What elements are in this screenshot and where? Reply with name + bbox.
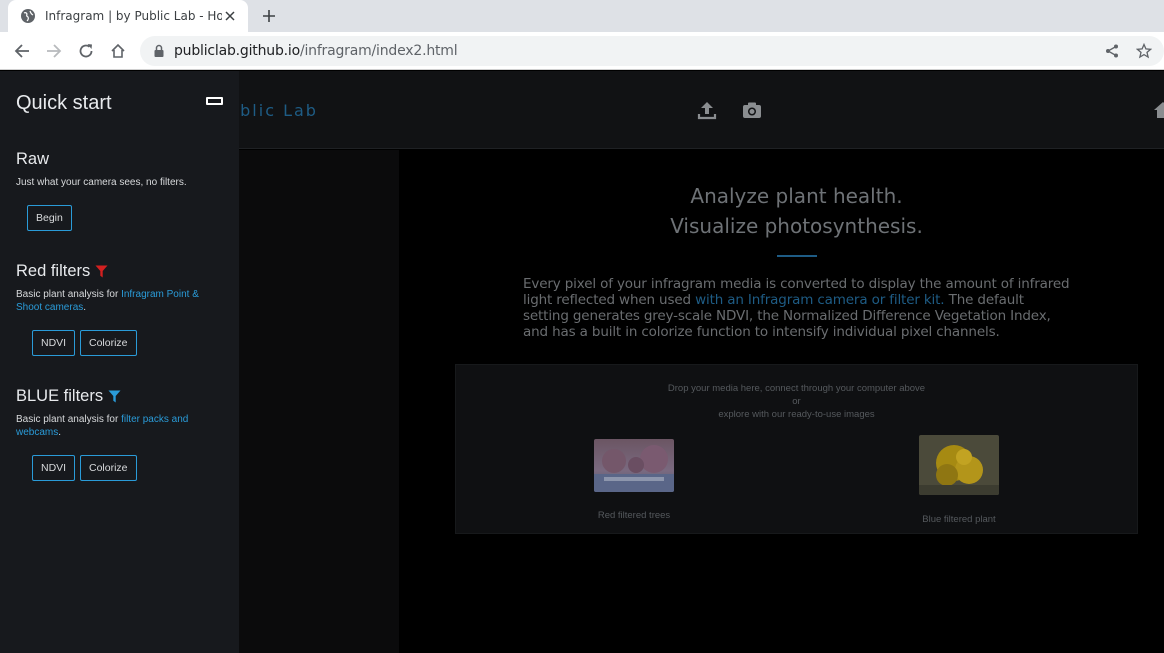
description-paragraph: Every pixel of your infragram media is c… — [523, 276, 1073, 340]
home-icon[interactable] — [1152, 99, 1164, 121]
forward-button[interactable] — [43, 40, 65, 62]
quick-start-title: Quick start — [16, 92, 112, 114]
quick-start-sidebar: Quick start Raw Just what your camera se… — [0, 71, 239, 653]
browser-tab-strip: Infragram | by Public Lab - Home — [0, 0, 1164, 32]
red-trees-thumbnail[interactable] — [594, 439, 674, 492]
red-filter-icon — [95, 265, 108, 278]
raw-description: Just what your camera sees, no filters. — [16, 177, 187, 188]
back-arrow-icon — [14, 44, 29, 58]
forward-arrow-icon — [47, 44, 62, 58]
blue-filters-description: Basic plant analysis for filter packs an… — [16, 413, 216, 439]
hero-line-2: Visualize photosynthesis. — [670, 214, 923, 238]
home-button[interactable] — [107, 40, 129, 62]
tab-title: Infragram | by Public Lab - Home — [45, 9, 222, 23]
raw-title-text: Raw — [16, 150, 50, 168]
browser-toolbar: publiclab.github.io/infragram/index2.htm… — [0, 32, 1164, 70]
sample-label-blue: Blue filtered plant — [922, 514, 996, 525]
left-column-shade — [239, 150, 399, 653]
begin-button[interactable]: Begin — [27, 205, 72, 231]
bookmark-button[interactable] — [1134, 41, 1154, 61]
hero-heading: Analyze plant health. Visualize photosyn… — [455, 181, 1138, 257]
blue-ndvi-button[interactable]: NDVI — [32, 455, 76, 481]
blue-plant-thumbnail[interactable] — [919, 435, 999, 495]
browser-tab[interactable]: Infragram | by Public Lab - Home — [8, 0, 248, 32]
new-tab-button[interactable] — [259, 6, 279, 26]
dropzone-line-2: or — [792, 396, 801, 407]
sample-label-red: Red filtered trees — [597, 510, 671, 521]
hero-divider — [776, 255, 817, 257]
blue-desc-suffix: . — [58, 427, 62, 438]
red-filters-section-title: Red filters — [16, 262, 108, 281]
plus-icon — [263, 10, 275, 22]
blue-colorize-button[interactable]: Colorize — [80, 455, 137, 481]
globe-icon — [21, 9, 35, 23]
upload-icon[interactable] — [696, 99, 718, 121]
sample-blue-filtered-plant[interactable]: Blue filtered plant — [919, 435, 999, 525]
minimize-sidebar-button[interactable] — [206, 97, 223, 105]
brand-logo-text[interactable]: ublic Lab — [228, 101, 318, 120]
close-tab-icon[interactable] — [222, 8, 238, 24]
red-filters-description: Basic plant analysis for Infragram Point… — [16, 288, 216, 314]
reload-icon — [79, 44, 93, 58]
share-icon — [1106, 44, 1118, 58]
blue-desc-prefix: Basic plant analysis for — [16, 414, 122, 425]
camera-icon[interactable] — [741, 99, 763, 121]
dropzone-line-3: explore with our ready-to-use images — [718, 409, 875, 420]
url-host: publiclab.github.io — [174, 43, 300, 59]
dropzone-line-1: Drop your media here, connect through yo… — [667, 383, 926, 394]
share-button[interactable] — [1102, 41, 1122, 61]
media-dropzone[interactable]: Drop your media here, connect through yo… — [455, 364, 1138, 534]
star-icon — [1136, 43, 1152, 59]
blue-filter-icon — [108, 390, 121, 403]
url-path: /infragram/index2.html — [299, 43, 458, 59]
home-icon — [111, 43, 125, 58]
hero-line-1: Analyze plant health. — [690, 184, 903, 208]
red-ndvi-button[interactable]: NDVI — [32, 330, 76, 356]
lock-icon[interactable] — [152, 44, 166, 58]
red-desc-prefix: Basic plant analysis for — [16, 289, 122, 300]
raw-section-title: Raw — [16, 150, 49, 169]
red-filters-title-text: Red filters — [16, 262, 91, 280]
filter-kit-link[interactable]: with an Infragram camera or filter kit. — [695, 292, 945, 308]
blue-filters-section-title: BLUE filters — [16, 387, 121, 406]
reload-button[interactable] — [75, 40, 97, 62]
blue-filters-title-text: BLUE filters — [16, 387, 104, 405]
address-bar[interactable]: publiclab.github.io/infragram/index2.htm… — [140, 36, 1164, 66]
sample-red-filtered-trees[interactable]: Red filtered trees — [594, 439, 674, 521]
red-desc-suffix: . — [83, 302, 87, 313]
back-button[interactable] — [11, 40, 33, 62]
dropzone-instructions: Drop your media here, connect through yo… — [456, 382, 1137, 421]
url-text: publiclab.github.io/infragram/index2.htm… — [174, 43, 458, 59]
red-colorize-button[interactable]: Colorize — [80, 330, 137, 356]
